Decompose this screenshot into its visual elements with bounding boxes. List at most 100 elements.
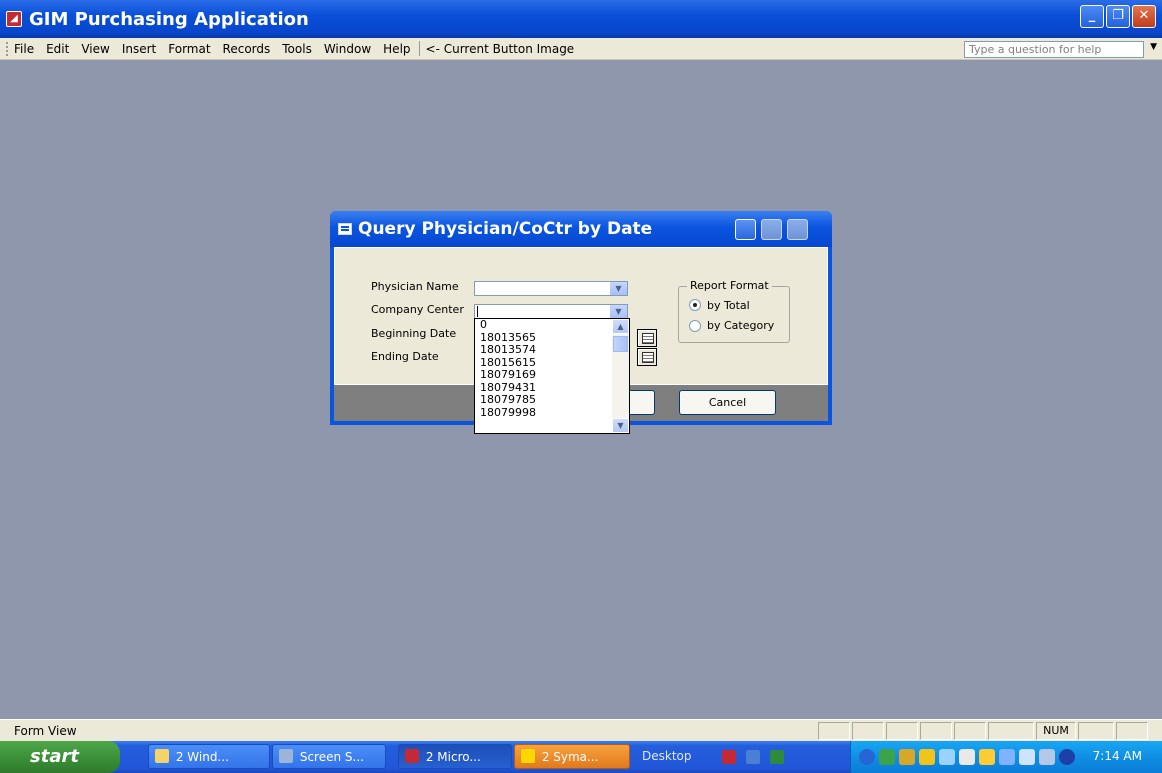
taskbar: start 2 Wind... Screen S... 2 Micro... 2… [0,741,1162,773]
current-button-image[interactable]: <- Current Button Image [426,42,575,56]
document-quick-icon[interactable] [746,750,760,764]
close-button[interactable]: ✕ [1132,5,1156,28]
help-placeholder: Type a question for help [969,43,1102,56]
status-cell [920,722,952,740]
access-quick-icon[interactable] [722,750,736,764]
status-bar: Form View NUM [0,719,1162,741]
menu-window[interactable]: Window [324,42,371,56]
list-item[interactable]: 18079785 [475,394,629,407]
start-label: start [30,746,79,767]
app-titlebar: ◢ GIM Purchasing Application _ ❐ ✕ [0,0,1162,38]
system-tray: 7:14 AM [850,741,1162,773]
dialog-title: Query Physician/CoCtr by Date [358,219,653,239]
globe-icon[interactable] [919,749,935,765]
beginning-date-label: Beginning Date [371,327,457,340]
menu-file[interactable]: File [14,42,34,56]
printer-icon[interactable] [939,749,955,765]
physician-label: Physician Name [371,280,459,293]
status-cell [988,722,1034,740]
minimize-button[interactable]: _ [1080,5,1104,28]
physician-combo[interactable]: ▼ [474,281,628,296]
status-cell [954,722,986,740]
dialog-close-button [787,219,808,240]
ending-calendar-button[interactable] [637,348,657,366]
shield-icon[interactable] [899,749,915,765]
task-microsoft-access[interactable]: 2 Micro... [398,744,512,769]
app-title: GIM Purchasing Application [29,8,309,30]
taskbar-clock[interactable]: 7:14 AM [1093,749,1142,763]
help-dropdown-icon[interactable]: ▼ [1150,42,1157,52]
by-total-label[interactable]: by Total [707,299,750,312]
dialog-minimize-button[interactable] [735,219,756,240]
pointer-icon[interactable] [1019,749,1035,765]
list-item[interactable]: 18079998 [475,406,629,420]
company-label: Company Center [371,303,464,316]
company-center-combo[interactable]: ▼ [474,304,628,319]
status-cell [852,722,884,740]
chevron-down-icon[interactable]: ▼ [610,282,627,295]
list-item[interactable]: 18013574 [475,344,629,357]
task-symantec[interactable]: 2 Syma... [514,744,630,769]
list-item[interactable]: 18079169 [475,369,629,382]
company-center-dropdown-list[interactable]: 0 18013565 18013574 18015615 18079169 18… [474,318,630,434]
excel-quick-icon[interactable] [770,750,784,764]
status-cell [1078,722,1114,740]
desktop-toolbar[interactable]: Desktop [642,749,692,763]
menu-edit[interactable]: Edit [46,42,69,56]
status-text: Form View [14,724,77,738]
symantec-icon [521,749,535,763]
dialog-maximize-button [761,219,782,240]
access-app-icon: ◢ [6,11,22,27]
menu-help[interactable]: Help [383,42,410,56]
scroll-up-icon[interactable]: ▲ [612,319,629,334]
status-cell [1116,722,1148,740]
screen-icon [279,749,293,763]
by-category-label[interactable]: by Category [707,319,774,332]
cancel-button[interactable]: Cancel [679,390,776,415]
dialog-titlebar: Query Physician/CoCtr by Date [330,211,832,247]
ending-date-label: Ending Date [371,350,439,363]
report-format-legend: Report Format [687,279,772,292]
dropdown-scrollbar[interactable]: ▲ ▼ [612,319,629,433]
folder-icon [155,749,169,763]
help-search-input[interactable]: Type a question for help [964,41,1144,58]
num-lock-indicator: NUM [1036,722,1076,740]
task-label: 2 Micro... [425,750,481,764]
menu-grip [6,41,9,56]
clock-icon[interactable] [1059,749,1075,765]
access-icon [405,749,419,763]
calendar-icon[interactable] [959,749,975,765]
text-caret [477,306,478,317]
scroll-thumb[interactable] [613,336,628,352]
menu-tools[interactable]: Tools [282,42,312,56]
monitor-icon[interactable] [999,749,1015,765]
task-screen-capture[interactable]: Screen S... [272,744,386,769]
restore-button[interactable]: ❐ [1106,5,1130,28]
task-label: Screen S... [299,750,364,764]
form-icon [338,223,352,235]
by-total-radio[interactable] [689,299,701,311]
report-format-group: Report Format by Total by Category [678,279,790,343]
network-icon[interactable] [879,749,895,765]
menu-view[interactable]: View [81,42,109,56]
key-icon[interactable] [979,749,995,765]
back-icon[interactable] [859,749,875,765]
menu-format[interactable]: Format [168,42,210,56]
menu-records[interactable]: Records [223,42,271,56]
menu-bar: File Edit View Insert Format Records Too… [0,38,1162,60]
cancel-label: Cancel [708,396,747,409]
by-category-radio[interactable] [689,320,701,332]
task-label: 2 Wind... [175,750,229,764]
start-button[interactable]: start [0,741,120,773]
status-cell [886,722,918,740]
task-label: 2 Syma... [541,750,599,764]
list-item[interactable]: 0 [475,319,629,332]
menu-separator [418,41,420,56]
task-windows-explorer[interactable]: 2 Wind... [148,744,270,769]
keyboard-icon[interactable] [1039,749,1055,765]
scroll-down-icon[interactable]: ▼ [612,418,629,433]
status-cell [818,722,850,740]
chevron-down-icon[interactable]: ▼ [610,305,627,318]
beginning-calendar-button[interactable] [637,329,657,347]
menu-insert[interactable]: Insert [122,42,156,56]
